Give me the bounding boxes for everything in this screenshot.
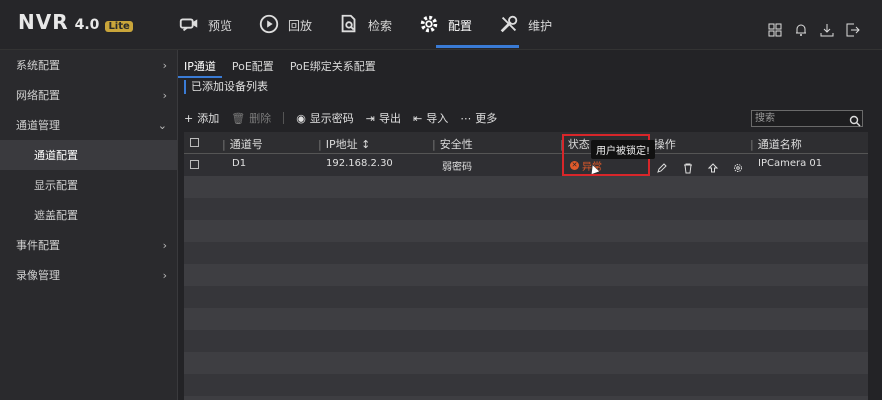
column-header-ip[interactable]: | IP地址 ↕ [318, 136, 370, 152]
delete-button-label: 删除 [249, 112, 272, 125]
select-all-checkbox[interactable] [190, 138, 199, 147]
table-row[interactable]: D1 192.168.2.30 弱密码 ✕ 异常 IPCamera 01 [184, 154, 868, 176]
wrench-icon [498, 13, 520, 38]
chevron-right-icon: › [162, 268, 167, 282]
trash-icon: 🗑 [231, 111, 246, 125]
sidebar-item-mask-config[interactable]: 遮盖配置 [0, 200, 177, 230]
status-tooltip: 用户被锁定! [591, 140, 656, 159]
add-button[interactable]: + 添加 [184, 110, 219, 126]
column-header-channel[interactable]: | 通道号 [222, 136, 263, 152]
export-button-label: 导出 [379, 112, 402, 125]
column-header-channel-name[interactable]: | 通道名称 [750, 136, 802, 152]
download-icon[interactable] [820, 22, 834, 37]
export-button[interactable]: ⇥ 导出 [366, 110, 401, 126]
sidebar-item-display-config[interactable]: 显示配置 [0, 170, 177, 200]
toolbar: + 添加 🗑 删除 ◉ 显示密码 ⇥ 导出 ⇤ 导入 ⋯ 更多 [184, 110, 497, 126]
settings-icon[interactable] [732, 159, 744, 172]
nav-maintenance[interactable]: 维护 [498, 12, 552, 38]
sidebar-item-label: 显示配置 [34, 179, 78, 192]
sort-icon[interactable]: ↕ [361, 138, 370, 151]
tab-ip-channel[interactable]: IP通道 [178, 56, 222, 78]
cell-channel: D1 [232, 158, 247, 169]
add-button-label: 添加 [197, 112, 220, 125]
bell-icon[interactable] [794, 22, 808, 36]
chevron-right-icon: › [162, 58, 167, 72]
export-icon: ⇥ [365, 111, 376, 125]
show-password-label: 显示密码 [309, 112, 354, 125]
top-right-icons [768, 22, 860, 37]
edit-icon[interactable] [656, 159, 668, 173]
layout-icon[interactable] [768, 22, 782, 37]
more-icon: ⋯ [460, 111, 472, 125]
nav-preview-label: 预览 [208, 18, 233, 33]
nav-config[interactable]: 配置 [418, 12, 472, 38]
camera-icon [178, 13, 200, 38]
more-button-label: 更多 [475, 112, 498, 125]
column-header-security[interactable]: | 安全性 [432, 136, 473, 152]
top-bar: NVR 4.0 Lite 预览 回放 检索 配置 维护 [0, 0, 882, 50]
nav-maintenance-label: 维护 [528, 18, 553, 33]
chevron-right-icon: › [162, 238, 167, 252]
search-file-icon [338, 13, 360, 38]
sidebar-item-label: 网络配置 [16, 89, 60, 102]
tab-poe-binding[interactable]: PoE绑定关系配置 [284, 56, 382, 78]
sidebar-item-label: 系统配置 [16, 59, 60, 72]
import-button-label: 导入 [426, 112, 449, 125]
logout-icon[interactable] [846, 22, 860, 37]
search-icon[interactable] [849, 112, 861, 127]
import-icon: ⇤ [413, 111, 423, 125]
sidebar-item-channel-config[interactable]: 通道配置 [0, 140, 177, 170]
sidebar-item-network-config[interactable]: 网络配置 › [0, 80, 177, 110]
logo-edition-badge: Lite [105, 21, 133, 32]
main-panel: IP通道 PoE配置 PoE绑定关系配置 已添加设备列表 + 添加 🗑 删除 ◉… [178, 50, 882, 400]
logo: NVR 4.0 Lite [18, 10, 133, 34]
sidebar-item-recording-management[interactable]: 录像管理 › [0, 260, 177, 290]
channel-table: |通道号 |IP地址 ↕ |安全性 |状态 |操作 |通道名称 D1 192.1… [184, 132, 868, 400]
sidebar-item-event-config[interactable]: 事件配置 › [0, 230, 177, 260]
row-checkbox[interactable] [190, 160, 199, 169]
cell-channel-name: IPCamera 01 [758, 158, 823, 169]
section-title: 已添加设备列表 [184, 80, 268, 94]
more-button[interactable]: ⋯ 更多 [460, 110, 497, 126]
eye-icon: ◉ [296, 111, 306, 125]
cell-ip: 192.168.2.30 [326, 158, 393, 169]
chevron-right-icon: › [162, 88, 167, 102]
logo-version: 4.0 [74, 17, 100, 33]
toolbar-divider [283, 112, 285, 124]
sidebar-item-channel-management[interactable]: 通道管理 ⌄ [0, 110, 177, 140]
main-nav: 预览 回放 检索 配置 维护 [178, 12, 578, 38]
play-icon [258, 13, 280, 38]
logo-text: NVR [18, 10, 69, 34]
chevron-down-icon: ⌄ [157, 118, 167, 132]
gear-icon [418, 13, 440, 38]
upgrade-icon[interactable] [707, 159, 719, 173]
nav-search-label: 检索 [368, 18, 393, 33]
plus-icon: + [184, 111, 194, 125]
import-button[interactable]: ⇤ 导入 [413, 110, 448, 126]
sidebar: 系统配置 › 网络配置 › 通道管理 ⌄ 通道配置 显示配置 遮盖配置 事件配置… [0, 50, 178, 400]
cell-security: 弱密码 [442, 162, 472, 173]
sidebar-item-system-config[interactable]: 系统配置 › [0, 50, 177, 80]
nav-playback-label: 回放 [288, 18, 313, 33]
delete-button[interactable]: 🗑 删除 [231, 110, 271, 126]
show-password-button[interactable]: ◉ 显示密码 [296, 110, 354, 126]
nav-preview[interactable]: 预览 [178, 12, 232, 38]
tab-poe-config[interactable]: PoE配置 [226, 56, 280, 78]
delete-icon[interactable] [682, 159, 694, 174]
sidebar-item-label: 事件配置 [16, 239, 60, 252]
sidebar-item-label: 录像管理 [16, 269, 60, 282]
tab-bar: IP通道 PoE配置 PoE绑定关系配置 [178, 56, 386, 78]
nav-playback[interactable]: 回放 [258, 12, 312, 38]
nav-search[interactable]: 检索 [338, 12, 392, 38]
sidebar-item-label: 通道配置 [34, 149, 78, 162]
table-header: |通道号 |IP地址 ↕ |安全性 |状态 |操作 |通道名称 [184, 132, 868, 154]
sidebar-item-label: 通道管理 [16, 119, 60, 132]
active-nav-indicator [436, 45, 519, 48]
nav-config-label: 配置 [448, 18, 473, 33]
sidebar-item-label: 遮盖配置 [34, 209, 78, 222]
search-input[interactable] [751, 110, 863, 127]
